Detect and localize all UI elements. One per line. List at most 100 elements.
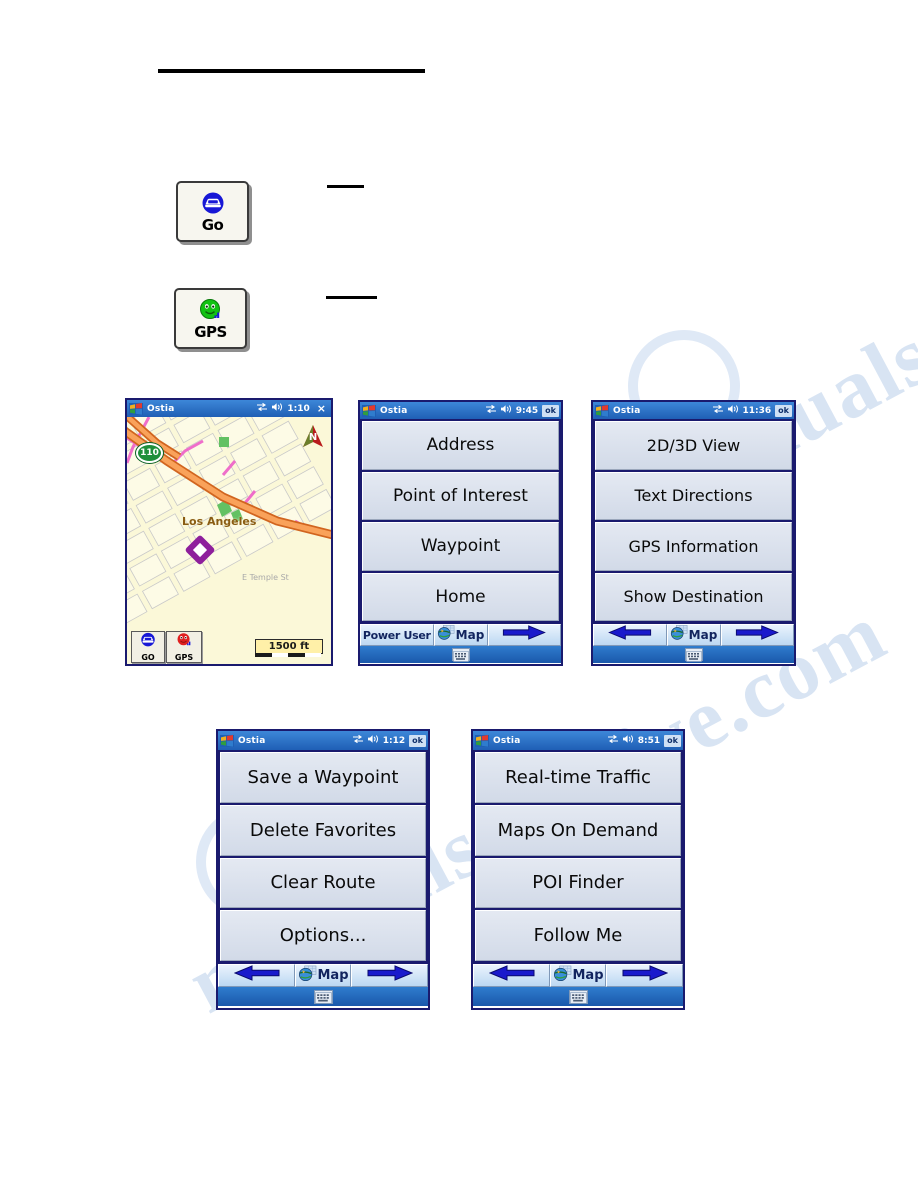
titlebar-icons [352, 734, 380, 747]
menu-item-real-time-traffic[interactable]: Real-time Traffic [475, 752, 681, 803]
arrow-right-icon [735, 625, 780, 645]
titlebar: Ostia 8:51 ok [473, 731, 683, 750]
arrow-right-icon [622, 965, 668, 986]
titlebar-icons [256, 402, 284, 415]
previous-page-button[interactable] [593, 624, 667, 646]
menu-item-delete-favorites[interactable]: Delete Favorites [220, 804, 426, 856]
next-page-button[interactable] [487, 624, 561, 646]
legend-gps-label: GPS [194, 322, 227, 341]
go-car-icon [199, 191, 227, 217]
menu-list: Real-time Traffic Maps On Demand POI Fin… [473, 750, 683, 963]
legend-go-label: Go [201, 215, 224, 234]
menu-item-text-directions[interactable]: Text Directions [595, 471, 792, 520]
menu-item-clear-route[interactable]: Clear Route [220, 857, 426, 909]
menu-item-2d-3d-view[interactable]: 2D/3D View [595, 421, 792, 470]
connectivity-icon[interactable] [256, 402, 268, 415]
speaker-icon[interactable] [500, 404, 513, 417]
speaker-icon[interactable] [727, 404, 740, 417]
menu-item-gps-information[interactable]: GPS Information [595, 522, 792, 571]
titlebar-clock[interactable]: 9:45 [516, 406, 538, 416]
connectivity-icon[interactable] [352, 734, 364, 747]
gps-description-rule [326, 296, 377, 299]
globe-map-icon [437, 625, 455, 645]
ok-button[interactable]: ok [409, 734, 426, 747]
map-scale-ticks [255, 653, 321, 657]
globe-map-icon [670, 625, 688, 645]
menu-item-show-destination[interactable]: Show Destination [595, 572, 792, 621]
map-button[interactable]: Map [433, 624, 488, 646]
map-city-label: Los Angeles [182, 515, 257, 528]
menu-item-home[interactable]: Home [362, 572, 559, 621]
menu-list: Address Point of Interest Waypoint Home [360, 419, 561, 623]
device-screenshot-map: Ostia 1:10 × N 110 Los Angeles E Temple … [125, 398, 333, 666]
map-button[interactable]: Map [666, 624, 721, 646]
menu-item-poi-finder[interactable]: POI Finder [475, 857, 681, 909]
power-user-button[interactable]: Power User [360, 624, 434, 646]
menu-item-options[interactable]: Options... [220, 910, 426, 961]
menu-item-save-a-waypoint[interactable]: Save a Waypoint [220, 752, 426, 803]
globe-map-icon [553, 965, 572, 986]
go-description-rule [327, 185, 364, 188]
titlebar-app-name: Ostia [493, 735, 521, 746]
heading-rule [158, 69, 425, 73]
speaker-icon[interactable] [271, 402, 284, 415]
map-go-label: GO [141, 653, 155, 662]
windows-flag-icon[interactable] [129, 402, 143, 415]
connectivity-icon[interactable] [607, 734, 619, 747]
keyboard-icon[interactable] [451, 648, 470, 662]
titlebar-app-name: Ostia [613, 405, 641, 416]
ok-button[interactable]: ok [664, 734, 681, 747]
arrow-right-icon [502, 625, 547, 645]
titlebar-icons [485, 404, 513, 417]
legend-go-button[interactable]: Go [176, 181, 249, 242]
menu-item-waypoint[interactable]: Waypoint [362, 522, 559, 571]
ok-button[interactable]: ok [542, 404, 559, 417]
connectivity-icon[interactable] [712, 404, 724, 417]
titlebar-clock[interactable]: 11:36 [743, 406, 772, 416]
previous-page-button[interactable] [473, 964, 550, 987]
speaker-icon[interactable] [367, 734, 380, 747]
keyboard-icon[interactable] [313, 989, 333, 1004]
menu-item-follow-me[interactable]: Follow Me [475, 910, 681, 961]
connectivity-icon[interactable] [485, 404, 497, 417]
gps-satellite-icon [197, 298, 225, 324]
gps-satellite-icon [174, 632, 194, 654]
previous-page-button[interactable] [218, 964, 295, 987]
next-page-button[interactable] [606, 964, 683, 987]
windows-flag-icon[interactable] [595, 404, 609, 417]
next-page-button[interactable] [351, 964, 428, 987]
menu-item-address[interactable]: Address [362, 421, 559, 470]
svg-text:N: N [309, 432, 317, 443]
next-page-button[interactable] [720, 624, 794, 646]
keyboard-icon[interactable] [684, 648, 703, 662]
legend-gps-button[interactable]: GPS [174, 288, 247, 349]
close-icon[interactable]: × [314, 402, 329, 415]
arrow-left-icon [233, 965, 280, 986]
menu-list: Save a Waypoint Delete Favorites Clear R… [218, 750, 428, 963]
keyboard-icon[interactable] [568, 989, 588, 1004]
highway-shield: 110 [136, 443, 163, 463]
windows-flag-icon[interactable] [475, 734, 489, 747]
ok-button[interactable]: ok [775, 404, 792, 417]
map-canvas[interactable]: N 110 Los Angeles E Temple St 1500 ft GO [127, 417, 331, 664]
map-button-label: Map [455, 628, 485, 642]
titlebar-clock[interactable]: 8:51 [638, 736, 660, 746]
titlebar-clock[interactable]: 1:10 [287, 404, 309, 414]
go-car-icon [138, 632, 158, 654]
menu-item-maps-on-demand[interactable]: Maps On Demand [475, 804, 681, 856]
windows-flag-icon[interactable] [220, 734, 234, 747]
map-gps-button[interactable]: GPS [166, 631, 202, 663]
map-button[interactable]: Map [295, 964, 351, 987]
titlebar: Ostia 9:45 ok [360, 402, 561, 419]
titlebar-app-name: Ostia [380, 405, 408, 416]
map-go-button[interactable]: GO [131, 631, 165, 663]
speaker-icon[interactable] [622, 734, 635, 747]
sip-bar [473, 987, 683, 1006]
titlebar-clock[interactable]: 1:12 [383, 736, 405, 746]
titlebar-app-name: Ostia [238, 735, 266, 746]
menu-item-point-of-interest[interactable]: Point of Interest [362, 471, 559, 520]
map-button[interactable]: Map [550, 964, 606, 987]
windows-flag-icon[interactable] [362, 404, 376, 417]
device-screenshot-services-menu: Ostia 8:51 ok Real-time Traffic Maps On … [471, 729, 685, 1010]
command-bar: Map [473, 963, 683, 987]
